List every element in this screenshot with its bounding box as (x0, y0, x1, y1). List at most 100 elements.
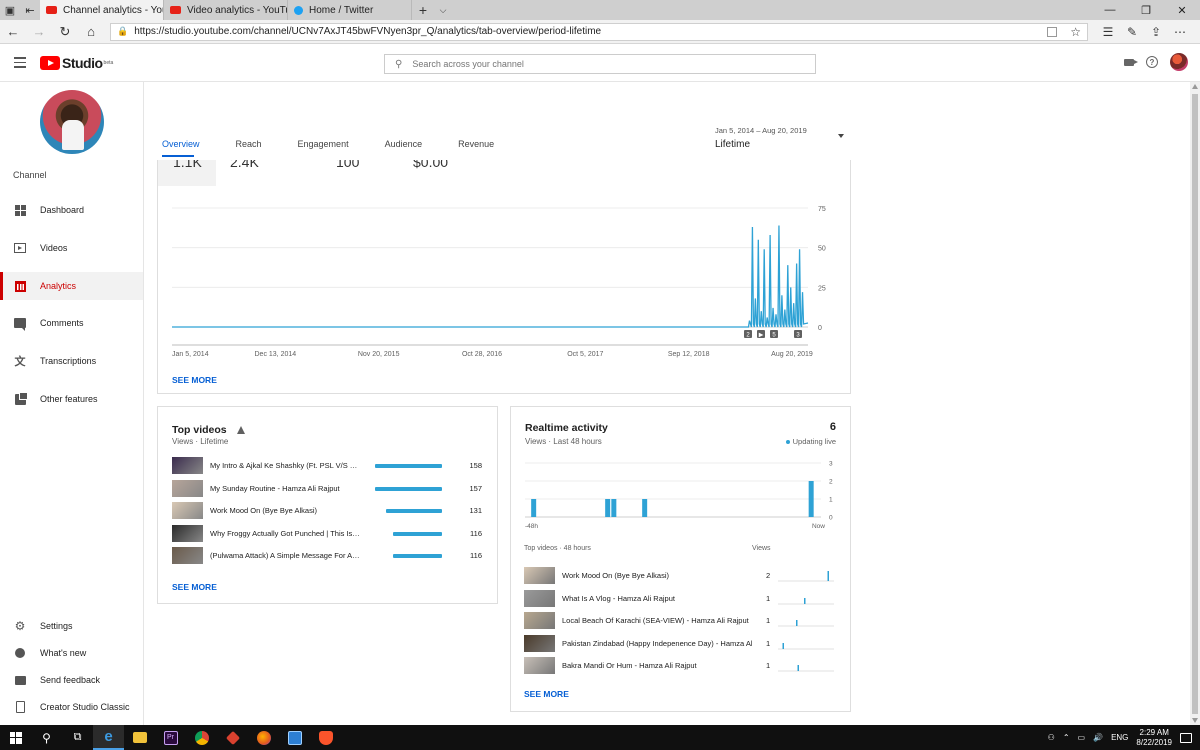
video-title[interactable]: My Sunday Routine - Hamza Ali Rajput (210, 484, 360, 493)
refresh-button[interactable]: ↻ (52, 20, 78, 44)
url-field[interactable]: 🔒 https://studio.youtube.com/channel/UCN… (110, 22, 1088, 41)
task-view-icon[interactable]: ⧉ (62, 725, 93, 750)
maximize-button[interactable]: ❐ (1128, 4, 1164, 17)
browser-tab-twitter[interactable]: Home / Twitter (288, 0, 412, 20)
sidebar-item-transcriptions[interactable]: 文 Transcriptions (0, 347, 143, 375)
warning-icon[interactable] (237, 426, 245, 434)
favorites-hub-icon[interactable]: ☰ (1096, 25, 1120, 39)
show-hidden-icons-chevron-icon[interactable]: ⌃ (1063, 733, 1070, 742)
video-thumbnail[interactable] (172, 502, 203, 519)
video-thumbnail[interactable] (172, 479, 203, 497)
home-button[interactable]: ⌂ (78, 20, 104, 44)
sidebar-item-videos[interactable]: Videos (0, 234, 143, 262)
browser-tab-channel-analytics[interactable]: Channel analytics - You' ✕ (40, 0, 164, 20)
sidebar-item-creator-studio-classic[interactable]: Creator Studio Classic (0, 693, 143, 721)
sidebar-item-analytics[interactable]: Analytics (0, 272, 143, 300)
video-title[interactable]: (Pulwama Attack) A Simple Message For Al… (210, 551, 360, 560)
top-video-row[interactable]: Work Mood On (Bye Bye Alkasi) 131 (172, 502, 482, 519)
realtime-video-row[interactable]: Pakistan Zindabad (Happy Indepenence Day… (524, 634, 836, 652)
sidebar-item-send-feedback[interactable]: Send feedback (0, 666, 143, 694)
search-icon[interactable]: ⚲ (31, 725, 62, 750)
top-video-row[interactable]: (Pulwama Attack) A Simple Message For Al… (172, 547, 482, 564)
video-thumbnail[interactable] (524, 612, 555, 629)
taskbar-chrome-icon[interactable] (186, 725, 217, 750)
video-thumbnail[interactable] (524, 657, 555, 674)
sidebar-item-other-features[interactable]: Other features (0, 385, 143, 413)
scroll-up-arrow-icon[interactable] (1192, 84, 1198, 89)
share-icon[interactable]: ⇪ (1144, 25, 1168, 39)
close-window-button[interactable]: ✕ (1164, 4, 1200, 17)
video-title[interactable]: Pakistan Zindabad (Happy Indepenence Day… (562, 639, 752, 648)
video-thumbnail[interactable] (524, 634, 555, 652)
back-button[interactable]: ← (0, 20, 26, 44)
create-video-icon[interactable] (1124, 58, 1138, 66)
sidebar-item-dashboard[interactable]: Dashboard (0, 196, 143, 224)
metric-tile-revenue[interactable]: $0.00 (403, 160, 553, 186)
tab-list-chevron-icon[interactable]: ⌵ (434, 5, 452, 16)
realtime-video-row[interactable]: Work Mood On (Bye Bye Alkasi) 2 (524, 567, 836, 584)
video-title[interactable]: Local Beach Of Karachi (SEA-VIEW) - Hamz… (562, 616, 752, 625)
video-thumbnail[interactable] (172, 547, 203, 564)
browser-tab-video-analytics[interactable]: Video analytics - YouTube S (164, 0, 288, 20)
channel-avatar[interactable] (40, 90, 104, 154)
more-menu-icon[interactable]: ⋯ (1168, 25, 1192, 39)
set-aside-tabs-icon[interactable]: ⇤ (20, 0, 40, 20)
taskbar-file-explorer-icon[interactable] (124, 725, 155, 750)
tab-overview[interactable]: Overview (162, 139, 200, 157)
taskbar-brave-icon[interactable] (310, 725, 341, 750)
taskbar-edge-icon[interactable]: e (93, 725, 124, 750)
scroll-thumb[interactable] (1192, 94, 1198, 714)
sidebar-item-whats-new[interactable]: What's new (0, 639, 143, 667)
top-video-row[interactable]: My Sunday Routine - Hamza Ali Rajput 157 (172, 479, 482, 497)
clock[interactable]: 2:29 AM 8/22/2019 (1136, 728, 1172, 748)
realtime-video-row[interactable]: Bakra Mandi Or Hum - Hamza Ali Rajput 1 (524, 657, 836, 674)
sidebar-item-comments[interactable]: Comments (0, 309, 143, 337)
tab-revenue[interactable]: Revenue (458, 139, 494, 155)
help-icon[interactable]: ? (1146, 56, 1158, 68)
video-title[interactable]: Bakra Mandi Or Hum - Hamza Ali Rajput (562, 661, 752, 670)
minimize-button[interactable]: — (1092, 4, 1128, 17)
web-note-icon[interactable]: ✎ (1120, 25, 1144, 39)
taskbar-premiere-icon[interactable]: Pr (155, 725, 186, 750)
scroll-down-arrow-icon[interactable] (1192, 718, 1198, 723)
date-range-picker[interactable]: Jan 5, 2014 – Aug 20, 2019 Lifetime (715, 126, 807, 150)
overview-see-more-link[interactable]: SEE MORE (172, 375, 217, 385)
video-title[interactable]: My Intro & Ajkal Ke Shashky (Ft. PSL V/S… (210, 461, 360, 470)
tab-reach[interactable]: Reach (236, 139, 262, 155)
menu-icon[interactable] (0, 57, 40, 68)
reading-view-icon[interactable] (1047, 26, 1057, 37)
video-thumbnail[interactable] (524, 589, 555, 607)
caret-down-icon[interactable] (838, 134, 844, 138)
tab-preview-icon[interactable]: ▣ (0, 0, 20, 20)
tab-engagement[interactable]: Engagement (298, 139, 349, 155)
channel-search-box[interactable]: ⚲ (384, 54, 816, 74)
video-thumbnail[interactable] (172, 524, 203, 542)
search-input[interactable] (412, 59, 793, 69)
tab-audience[interactable]: Audience (385, 139, 423, 155)
video-thumbnail[interactable] (524, 567, 555, 584)
realtime-see-more-link[interactable]: SEE MORE (524, 689, 569, 699)
video-title[interactable]: What Is A Vlog - Hamza Ali Rajput (562, 594, 752, 603)
video-thumbnail[interactable] (172, 457, 203, 474)
favorite-star-icon[interactable]: ☆ (1070, 25, 1081, 39)
video-title[interactable]: Work Mood On (Bye Bye Alkasi) (210, 506, 360, 515)
top-videos-see-more-link[interactable]: SEE MORE (172, 582, 217, 592)
page-scrollbar[interactable] (1190, 82, 1200, 725)
top-video-row[interactable]: Why Froggy Actually Got Punched | This I… (172, 524, 482, 542)
taskbar-firefox-icon[interactable] (248, 725, 279, 750)
video-title[interactable]: Work Mood On (Bye Bye Alkasi) (562, 571, 752, 580)
action-center-icon[interactable] (1180, 732, 1192, 743)
account-avatar[interactable] (1170, 53, 1188, 71)
network-icon[interactable]: ▭ (1078, 733, 1086, 742)
sidebar-item-settings[interactable]: ⚙ Settings (0, 612, 143, 640)
video-title[interactable]: Why Froggy Actually Got Punched | This I… (210, 529, 360, 538)
start-button[interactable] (0, 725, 31, 750)
input-language[interactable]: ENG (1111, 733, 1128, 742)
realtime-video-row[interactable]: Local Beach Of Karachi (SEA-VIEW) - Hamz… (524, 612, 836, 629)
forward-button[interactable]: → (26, 20, 52, 44)
top-video-row[interactable]: My Intro & Ajkal Ke Shashky (Ft. PSL V/S… (172, 457, 482, 474)
taskbar-app-icon[interactable] (217, 725, 248, 750)
taskbar-window-icon[interactable] (279, 725, 310, 750)
studio-logo[interactable]: Studio beta (40, 55, 113, 71)
metric-tile-views[interactable]: 1.1K (158, 160, 216, 186)
